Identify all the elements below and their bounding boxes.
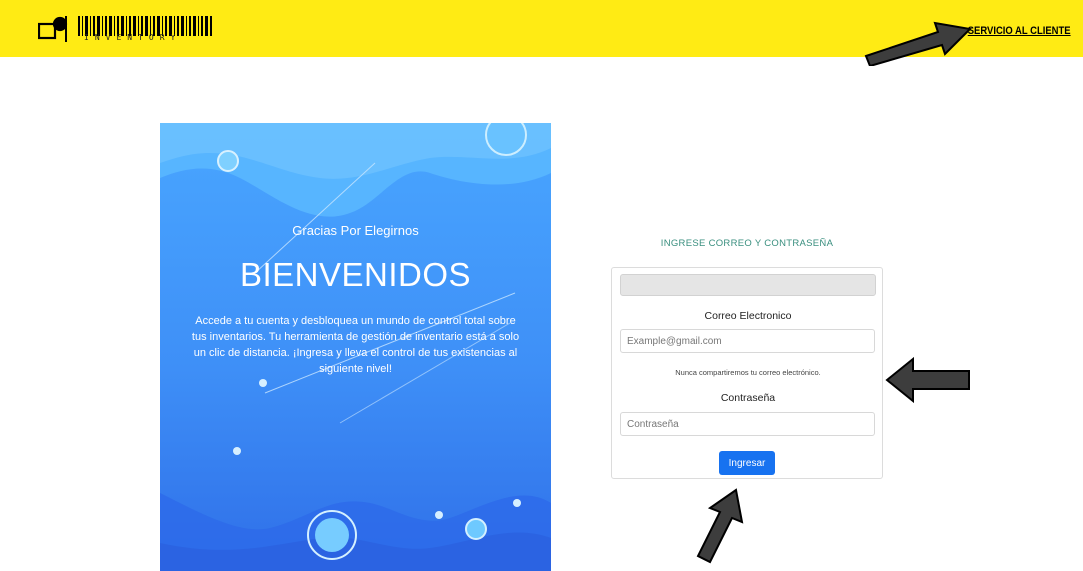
welcome-panel: Gracias Por Elegirnos BIENVENIDOS Accede… xyxy=(160,123,551,571)
email-label: Correo Electronico xyxy=(704,310,792,322)
login-button[interactable]: Ingresar xyxy=(719,451,775,475)
hero-title: BIENVENIDOS xyxy=(239,256,472,293)
login-heading: INGRESE CORREO Y CONTRASEÑA xyxy=(660,238,834,249)
hero-tagline: Gracias Por Elegirnos xyxy=(292,223,419,238)
password-field[interactable] xyxy=(620,412,875,436)
customer-service-link[interactable]: SERVICIO AL CLIENTE xyxy=(968,25,1071,37)
arrow-pointer-icon xyxy=(885,357,970,403)
password-label: Contraseña xyxy=(720,392,776,404)
logo-wordmark: INVENTORY xyxy=(84,33,182,42)
login-card: Correo Electronico Nunca compartiremos t… xyxy=(611,267,883,479)
email-help-text: Nunca compartiremos tu correo electrónic… xyxy=(675,368,821,377)
email-field[interactable] xyxy=(620,329,875,353)
arrow-pointer-icon xyxy=(696,488,744,564)
arrow-pointer-icon xyxy=(864,21,973,66)
hero-description: Accede a tu cuenta y desbloquea un mundo… xyxy=(191,315,520,375)
card-top-bar xyxy=(620,274,876,296)
